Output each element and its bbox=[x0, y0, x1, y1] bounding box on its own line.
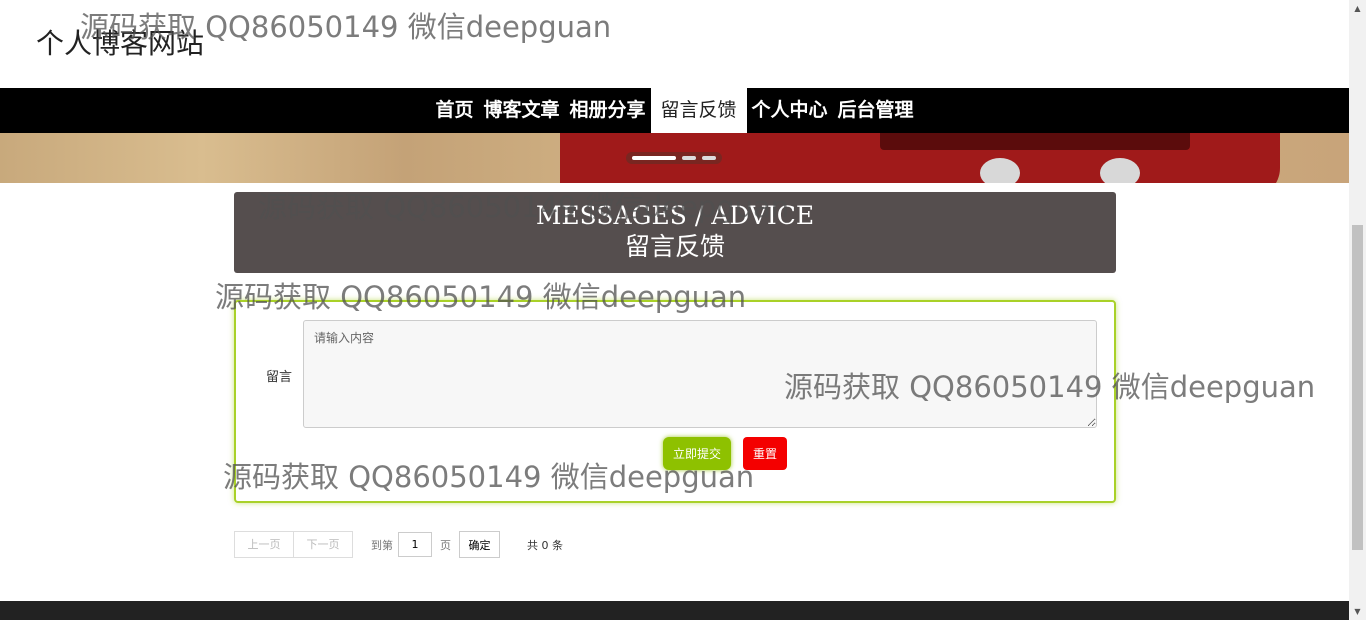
message-label: 留言 bbox=[266, 370, 293, 385]
section-header: MESSAGES / ADVICE 留言反馈 bbox=[234, 192, 1116, 273]
total-count: 共 0 条 bbox=[527, 538, 563, 552]
banner-decoration bbox=[1100, 158, 1140, 183]
nav-item-album[interactable]: 相册分享 bbox=[564, 88, 650, 133]
carousel-dot[interactable] bbox=[682, 156, 696, 160]
carousel-indicators bbox=[626, 152, 722, 164]
nav-item-home[interactable]: 首页 bbox=[430, 88, 478, 133]
message-input[interactable] bbox=[303, 320, 1097, 428]
page-unit-label: 页 bbox=[440, 538, 451, 552]
prev-page-button[interactable]: 上一页 bbox=[234, 531, 294, 558]
scrollbar-thumb[interactable] bbox=[1352, 225, 1363, 550]
message-form: 留言 立即提交 重置 bbox=[234, 300, 1116, 503]
nav-item-messages[interactable]: 留言反馈 bbox=[650, 88, 747, 133]
vertical-scrollbar[interactable]: ▲ ▼ bbox=[1349, 0, 1366, 620]
reset-button[interactable]: 重置 bbox=[743, 437, 787, 470]
nav-item-admin[interactable]: 后台管理 bbox=[833, 88, 919, 133]
submit-button[interactable]: 立即提交 bbox=[663, 437, 731, 470]
footer bbox=[0, 601, 1349, 620]
main-nav: 首页 博客文章 相册分享 留言反馈 个人中心 后台管理 bbox=[0, 88, 1349, 133]
site-title: 个人博客网站 bbox=[36, 27, 205, 60]
next-page-button[interactable]: 下一页 bbox=[294, 531, 353, 558]
page: 个人博客网站 首页 博客文章 相册分享 留言反馈 个人中心 后台管理 MESSA… bbox=[0, 0, 1349, 620]
scroll-down-arrow-icon[interactable]: ▼ bbox=[1349, 603, 1366, 620]
scroll-up-arrow-icon[interactable]: ▲ bbox=[1349, 0, 1366, 17]
section-title-cn: 留言反馈 bbox=[624, 232, 725, 261]
section-title-en: MESSAGES / ADVICE bbox=[535, 201, 815, 230]
nav-item-blog[interactable]: 博客文章 bbox=[478, 88, 564, 133]
banner-decoration bbox=[980, 158, 1020, 183]
confirm-page-button[interactable]: 确定 bbox=[459, 531, 500, 558]
carousel-dot[interactable] bbox=[702, 156, 716, 160]
carousel-dot[interactable] bbox=[632, 156, 676, 160]
nav-item-profile[interactable]: 个人中心 bbox=[747, 88, 833, 133]
page-number-input[interactable] bbox=[398, 532, 432, 557]
pagination: 上一页 下一页 到第 页 确定 共 0 条 bbox=[234, 531, 563, 558]
goto-label: 到第 bbox=[371, 538, 393, 552]
